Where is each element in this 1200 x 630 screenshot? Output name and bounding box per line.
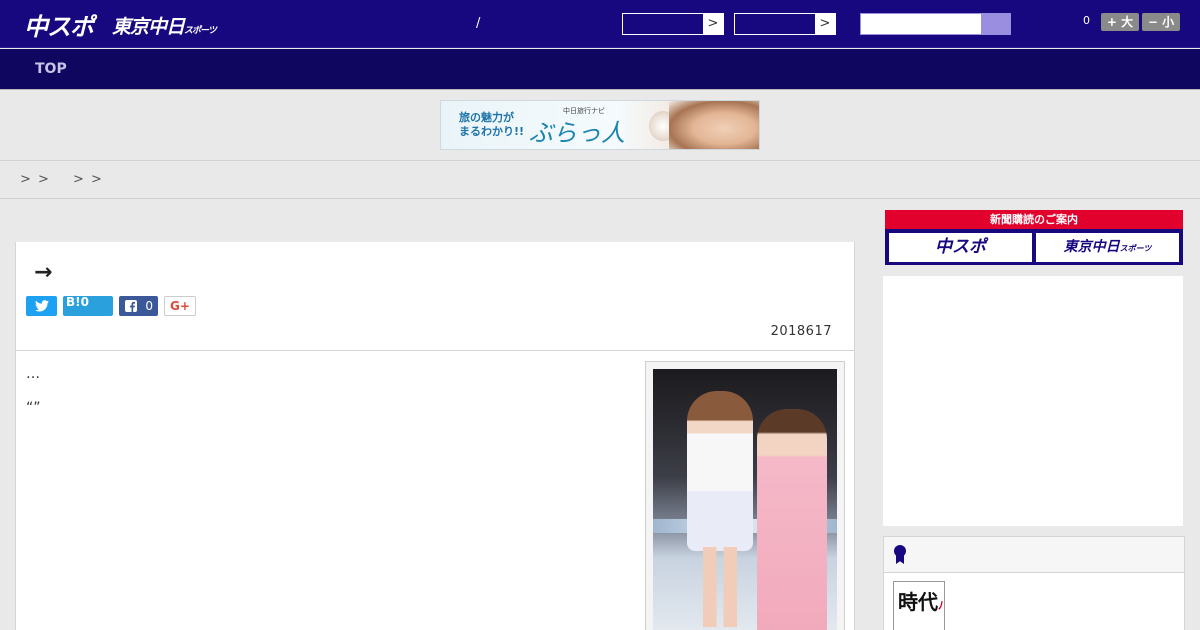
hatena-icon: B! bbox=[66, 295, 81, 309]
search-input[interactable] bbox=[860, 13, 1011, 35]
hatena-label: B!0 bbox=[66, 292, 89, 312]
ranking-header bbox=[884, 537, 1184, 573]
ranking-box: 時代ﾉ bbox=[883, 536, 1185, 630]
search-button[interactable] bbox=[981, 14, 1010, 34]
hatena-bookmark-button[interactable]: B!0 bbox=[63, 295, 113, 316]
facebook-icon bbox=[125, 300, 137, 312]
breadcrumb-separator: > bbox=[20, 172, 31, 187]
breadcrumb: > > > > bbox=[0, 160, 1200, 199]
photo-person-right bbox=[757, 409, 827, 630]
nav-item-top[interactable]: TOP bbox=[35, 61, 67, 77]
tokyo-chunichi-logo-text: 東京中日 bbox=[112, 16, 185, 38]
article-divider bbox=[16, 350, 854, 351]
nav-bar: TOP bbox=[0, 49, 1200, 90]
hatena-count: 0 bbox=[80, 295, 89, 309]
subscription-heading[interactable]: 新聞購読のご案内 bbox=[885, 210, 1183, 229]
tokyo-chunichi-logo-sub: スポーツ bbox=[184, 26, 217, 36]
header-slash: / bbox=[476, 16, 481, 31]
article-date: 2018617 bbox=[770, 324, 832, 339]
banner-brand: ぶらっ人 bbox=[529, 119, 625, 147]
font-size-decrease-button[interactable]: − 小 bbox=[1142, 13, 1180, 31]
breadcrumb-separator: > bbox=[38, 172, 49, 187]
banner-line2: まるわかり!! bbox=[459, 125, 525, 138]
article-photo-frame[interactable] bbox=[645, 361, 845, 630]
tokyo-chunichi-logo[interactable]: 東京中日スポーツ bbox=[112, 12, 217, 39]
category-select-1[interactable]: > bbox=[622, 13, 724, 35]
banner-ad-text: 旅の魅力が まるわかり!! bbox=[459, 111, 524, 139]
chevron-right-icon: > bbox=[703, 14, 723, 34]
photo-person-left-legs bbox=[703, 547, 737, 627]
subscription-box: 新聞購読のご案内 中スポ 東京中日スポーツ bbox=[885, 210, 1183, 265]
article-card: → B!0 0 G+ 2018617 … “” bbox=[15, 242, 855, 630]
facebook-share-button[interactable]: 0 bbox=[119, 296, 158, 316]
chuspo-logo[interactable]: 中スポ bbox=[24, 7, 94, 42]
ranking-thumbnail[interactable]: 時代ﾉ bbox=[893, 581, 945, 630]
article-photo bbox=[653, 369, 837, 630]
subscribe-tokyo-chunichi-button[interactable]: 東京中日スポーツ bbox=[1036, 233, 1179, 262]
category-select-2[interactable]: > bbox=[734, 13, 836, 35]
font-size-count: 0 bbox=[1083, 14, 1090, 27]
font-size-increase-button[interactable]: + 大 bbox=[1101, 13, 1139, 31]
article-headline: → bbox=[34, 260, 53, 285]
facebook-count: 0 bbox=[145, 299, 153, 313]
chevron-right-icon: > bbox=[815, 14, 835, 34]
subscribe-tokyo-sub: スポーツ bbox=[1119, 244, 1152, 253]
twitter-share-button[interactable] bbox=[26, 296, 57, 316]
breadcrumb-separator: > bbox=[73, 172, 84, 187]
header-bar: 中スポ 東京中日スポーツ / > > 0 + 大 − 小 bbox=[0, 0, 1200, 48]
article-paragraph: “” bbox=[26, 400, 41, 416]
subscribe-tokyo-label: 東京中日 bbox=[1063, 239, 1120, 255]
banner-line1: 旅の魅力が bbox=[459, 111, 514, 124]
sidebar-ad[interactable] bbox=[883, 276, 1183, 526]
medal-ribbon bbox=[896, 555, 904, 564]
banner-model-image bbox=[669, 101, 759, 149]
subscribe-chuspo-button[interactable]: 中スポ bbox=[889, 233, 1032, 262]
article-paragraph: … bbox=[26, 366, 40, 382]
google-plus-share-button[interactable]: G+ bbox=[164, 296, 196, 316]
medal-icon bbox=[894, 545, 906, 565]
twitter-icon bbox=[34, 300, 49, 312]
banner-ad[interactable]: 旅の魅力が まるわかり!! 中日旅行ナビ ぶらっ人 bbox=[440, 100, 760, 150]
thumbnail-mark: ﾉ bbox=[938, 599, 944, 612]
breadcrumb-separator: > bbox=[91, 172, 102, 187]
thumbnail-text: 時代 bbox=[898, 590, 938, 614]
photo-person-left bbox=[687, 391, 753, 551]
